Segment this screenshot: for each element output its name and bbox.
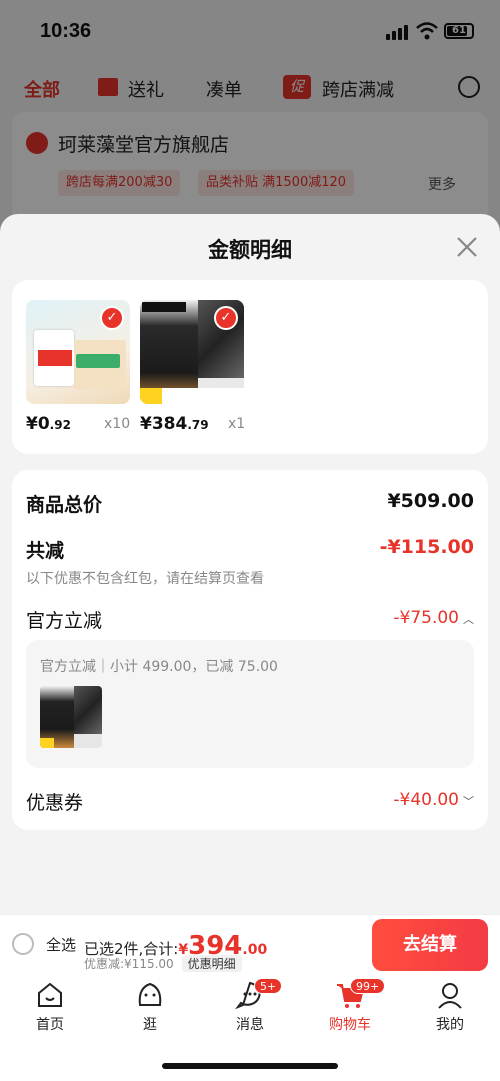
close-icon[interactable] <box>452 232 482 262</box>
price-detail-card: 商品总价 ¥509.00 共减 -¥115.00 以下优惠不包含红包，请在结算页… <box>12 470 488 830</box>
checkout-bar: 全选 已选2件,合计:¥394.00 优惠减:¥115.00 优惠明细 去结算 <box>0 914 500 974</box>
sheet-title: 金额明细 <box>208 238 292 262</box>
coupon-toggle[interactable]: -¥40.00 ﹀ <box>393 790 474 810</box>
tab-cart[interactable]: 购物车 99+ <box>310 978 390 1034</box>
select-all-label[interactable]: 全选 <box>46 934 76 955</box>
select-all-radio[interactable] <box>12 933 34 955</box>
item-price: ¥384.79 <box>140 414 209 434</box>
profile-icon <box>438 983 462 1009</box>
product-thumbnail[interactable]: ✓ <box>140 300 244 404</box>
total-value: ¥509.00 <box>387 490 474 512</box>
item-quantity: x10 <box>104 416 131 432</box>
item-quantity: x1 <box>228 416 246 432</box>
message-badge: 5+ <box>254 978 283 994</box>
home-icon <box>38 982 62 1007</box>
tab-profile[interactable]: 我的 <box>410 980 490 1034</box>
official-discount-detail: 官方立减｜小计 499.00，已减 75.00 <box>26 640 474 768</box>
tab-messages[interactable]: 消息 5+ <box>210 978 290 1034</box>
items-card: ✓ ¥0.92 x10 ✓ ¥384.79 x1 <box>12 280 488 454</box>
home-indicator <box>162 1063 338 1069</box>
product-thumbnail <box>40 686 102 748</box>
product-thumbnail[interactable]: ✓ <box>26 300 130 404</box>
discount-detail-button[interactable]: 优惠明细 <box>181 955 242 972</box>
checkout-button[interactable]: 去结算 <box>372 919 488 971</box>
chevron-down-icon: ﹀ <box>463 795 474 808</box>
check-icon: ✓ <box>214 306 238 330</box>
official-discount-toggle[interactable]: -¥75.00 ︿ <box>393 608 474 628</box>
official-discount-subtotal: 官方立减｜小计 499.00，已减 75.00 <box>40 659 278 675</box>
amount-detail-sheet: 金额明细 ✓ ¥0.92 x10 ✓ ¥384.79 x1 商品总价 ¥509.… <box>0 214 500 914</box>
official-discount-label: 官方立减 <box>26 610 103 632</box>
item-price: ¥0.92 <box>26 414 71 434</box>
tab-home[interactable]: 首页 <box>10 980 90 1034</box>
discount-summary: 优惠减:¥115.00 优惠明细 <box>84 955 242 972</box>
check-icon: ✓ <box>100 306 124 330</box>
reduce-value: -¥115.00 <box>379 536 474 558</box>
cart-badge: 99+ <box>350 978 386 994</box>
reduce-note: 以下优惠不包含红包，请在结算页查看 <box>26 571 264 587</box>
browse-face-icon <box>138 982 162 1006</box>
chevron-up-icon: ︿ <box>463 613 474 626</box>
reduce-label: 共减 <box>26 540 65 562</box>
tab-browse[interactable]: 逛 <box>110 980 190 1034</box>
total-label: 商品总价 <box>26 494 103 516</box>
coupon-label: 优惠券 <box>26 792 84 814</box>
